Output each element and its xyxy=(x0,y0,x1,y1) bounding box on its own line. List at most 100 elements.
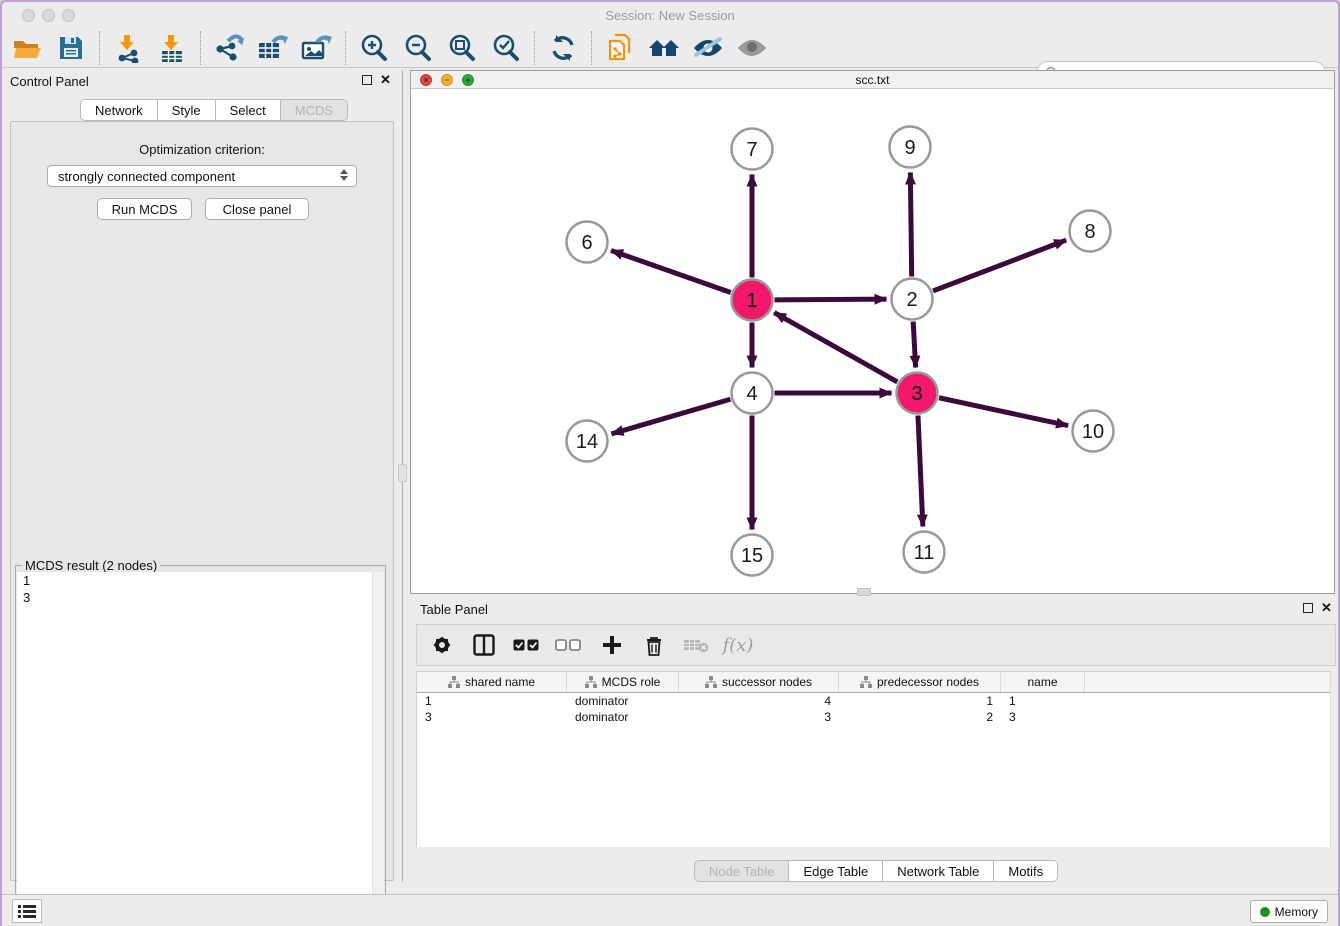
table-panel: Table Panel ✕ xyxy=(410,598,1340,892)
sort-tree-icon xyxy=(705,676,717,688)
close-panel-icon[interactable]: ✕ xyxy=(380,72,391,88)
graph-edge-2-8[interactable] xyxy=(933,240,1066,291)
network-window-titlebar[interactable]: × − + scc.txt xyxy=(411,71,1334,89)
optimization-criterion-select[interactable]: strongly connected component xyxy=(47,165,357,187)
toolbar-separator xyxy=(534,31,535,65)
tab-style[interactable]: Style xyxy=(158,99,216,121)
vertical-splitter[interactable] xyxy=(402,70,409,882)
memory-button[interactable]: Memory xyxy=(1250,900,1328,923)
horizontal-splitter-handle[interactable] xyxy=(857,588,871,596)
column-header-mcds-role[interactable]: MCDS role xyxy=(567,672,679,692)
column-header-name[interactable]: name xyxy=(1001,672,1085,692)
network-window-title: scc.txt xyxy=(411,73,1334,87)
graph-node-label: 7 xyxy=(746,139,757,161)
delete-column-icon[interactable] xyxy=(639,630,669,660)
tab-motifs[interactable]: Motifs xyxy=(994,860,1058,882)
close-panel-button[interactable]: Close panel xyxy=(205,198,309,220)
hide-eye-icon[interactable] xyxy=(691,31,725,65)
graph-edge-3-10[interactable] xyxy=(939,398,1068,426)
control-panel-title: Control Panel xyxy=(10,74,89,89)
import-table-icon[interactable] xyxy=(155,31,189,65)
optimization-criterion-value: strongly connected component xyxy=(58,169,235,184)
task-history-button[interactable] xyxy=(12,899,42,923)
graph-edge-4-14[interactable] xyxy=(611,399,730,434)
home-icon[interactable] xyxy=(647,31,681,65)
table-toolbar: f(x) xyxy=(416,624,1336,666)
graph-node-label: 11 xyxy=(914,542,935,564)
column-header-shared-name[interactable]: shared name xyxy=(417,672,567,692)
control-panel: Control Panel ✕ Network Style Select MCD… xyxy=(2,70,402,882)
graph-edge-1-2[interactable] xyxy=(774,299,886,300)
graph-edge-2-3[interactable] xyxy=(913,321,915,367)
table-scrollbar[interactable] xyxy=(1330,671,1340,847)
run-mcds-button[interactable]: Run MCDS xyxy=(97,198,192,220)
columns-icon[interactable] xyxy=(469,630,499,660)
cell-shared-name: 1 xyxy=(417,693,567,709)
close-table-panel-icon[interactable]: ✕ xyxy=(1321,600,1332,616)
cell-name: 3 xyxy=(1001,709,1085,725)
graph-edge-1-6[interactable] xyxy=(611,250,731,292)
cell-successor-nodes: 4 xyxy=(679,693,839,709)
control-panel-tabs: Network Style Select MCDS xyxy=(80,99,348,121)
table-row[interactable]: 3 dominator 3 2 3 xyxy=(417,709,1335,725)
graph-edge-3-11[interactable] xyxy=(918,415,923,526)
graph-node-label: 6 xyxy=(581,232,592,254)
open-session-icon[interactable] xyxy=(10,31,44,65)
memory-status-icon xyxy=(1260,907,1270,917)
save-session-icon[interactable] xyxy=(54,31,88,65)
cell-mcds-role: dominator xyxy=(567,709,679,725)
titlebar: Session: New Session xyxy=(2,2,1338,28)
tab-network[interactable]: Network xyxy=(80,99,158,121)
refresh-icon[interactable] xyxy=(546,31,580,65)
column-header-predecessor-nodes[interactable]: predecessor nodes xyxy=(839,672,1001,692)
delete-table-icon[interactable] xyxy=(681,630,711,660)
float-panel-icon[interactable] xyxy=(362,75,372,85)
memory-label: Memory xyxy=(1275,905,1318,919)
toolbar-separator xyxy=(591,31,592,65)
mcds-result-group: MCDS result (2 nodes) 1 3 xyxy=(15,565,386,926)
graph-edge-3-1[interactable] xyxy=(774,313,897,382)
show-eye-icon[interactable] xyxy=(735,31,769,65)
cell-shared-name: 3 xyxy=(417,709,567,725)
zoom-in-icon[interactable] xyxy=(357,31,391,65)
deselect-all-icon[interactable] xyxy=(553,630,583,660)
toolbar-separator xyxy=(200,31,201,65)
select-all-icon[interactable] xyxy=(511,630,541,660)
export-image-icon[interactable] xyxy=(300,31,334,65)
sort-tree-icon xyxy=(860,676,872,688)
tab-network-table[interactable]: Network Table xyxy=(883,860,994,882)
node-table[interactable]: shared name MCDS role successor nodes pr… xyxy=(416,671,1336,847)
graph-node-label: 14 xyxy=(576,431,598,453)
tab-edge-table[interactable]: Edge Table xyxy=(789,860,883,882)
graph-node-label: 2 xyxy=(906,289,917,311)
gear-icon[interactable] xyxy=(427,630,457,660)
network-graph[interactable]: 7968124314101511 xyxy=(411,89,1334,593)
tab-node-table[interactable]: Node Table xyxy=(694,860,790,882)
new-network-from-selection-icon[interactable] xyxy=(603,31,637,65)
add-column-icon[interactable] xyxy=(597,630,627,660)
export-network-icon[interactable] xyxy=(212,31,246,65)
export-table-icon[interactable] xyxy=(256,31,290,65)
float-table-panel-icon[interactable] xyxy=(1303,603,1313,613)
list-icon xyxy=(18,904,36,918)
mcds-result-textarea[interactable]: 1 3 xyxy=(17,572,384,926)
zoom-selected-icon[interactable] xyxy=(489,31,523,65)
splitter-handle[interactable] xyxy=(398,464,407,482)
cell-mcds-role: dominator xyxy=(567,693,679,709)
graph-node-label: 3 xyxy=(911,383,922,405)
tab-select[interactable]: Select xyxy=(216,99,281,121)
function-builder-icon[interactable]: f(x) xyxy=(723,630,753,660)
import-network-icon[interactable] xyxy=(111,31,145,65)
graph-node-label: 1 xyxy=(746,290,757,312)
graph-edge-2-9[interactable] xyxy=(910,172,911,276)
graph-node-label: 10 xyxy=(1082,421,1104,443)
toolbar-separator xyxy=(99,31,100,65)
application-window: Session: New Session xyxy=(0,0,1340,926)
table-row[interactable]: 1 dominator 4 1 1 xyxy=(417,693,1335,709)
result-scrollbar[interactable] xyxy=(372,572,384,926)
zoom-fit-icon[interactable] xyxy=(445,31,479,65)
zoom-out-icon[interactable] xyxy=(401,31,435,65)
network-canvas[interactable]: 7968124314101511 xyxy=(411,89,1334,593)
column-header-successor-nodes[interactable]: successor nodes xyxy=(679,672,839,692)
tab-mcds[interactable]: MCDS xyxy=(281,99,348,121)
